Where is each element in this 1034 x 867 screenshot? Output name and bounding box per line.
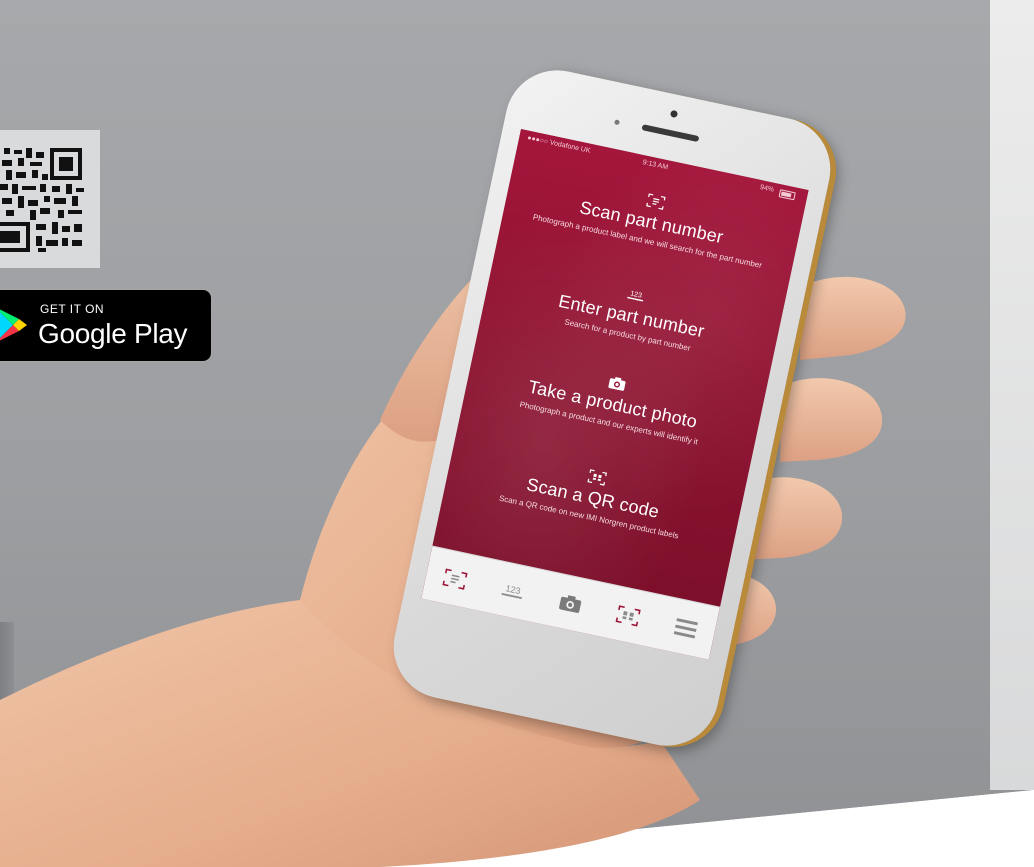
promo-background: GET IT ON Google Play ●●●○○ Vodafone UK … (0, 0, 1034, 867)
camera-icon (559, 595, 582, 613)
keypad-icon: 123 (627, 290, 644, 302)
keypad-icon: 123 (501, 583, 523, 600)
tab-menu[interactable] (662, 607, 708, 649)
hamburger-menu-icon (673, 618, 698, 639)
scan-part-icon (442, 568, 468, 590)
tab-enter-part[interactable]: 123 (490, 571, 536, 613)
camera-icon (608, 377, 626, 391)
tab-scan-part[interactable] (432, 558, 478, 600)
tab-photo[interactable] (547, 583, 593, 625)
battery-percent: 94% (759, 184, 775, 194)
tab-qr[interactable] (605, 595, 651, 637)
qr-scan-icon (587, 469, 608, 486)
scan-part-icon (646, 193, 666, 210)
qr-scan-icon (615, 605, 641, 627)
battery-icon (778, 189, 796, 201)
status-time: 9:13 AM (641, 159, 669, 172)
